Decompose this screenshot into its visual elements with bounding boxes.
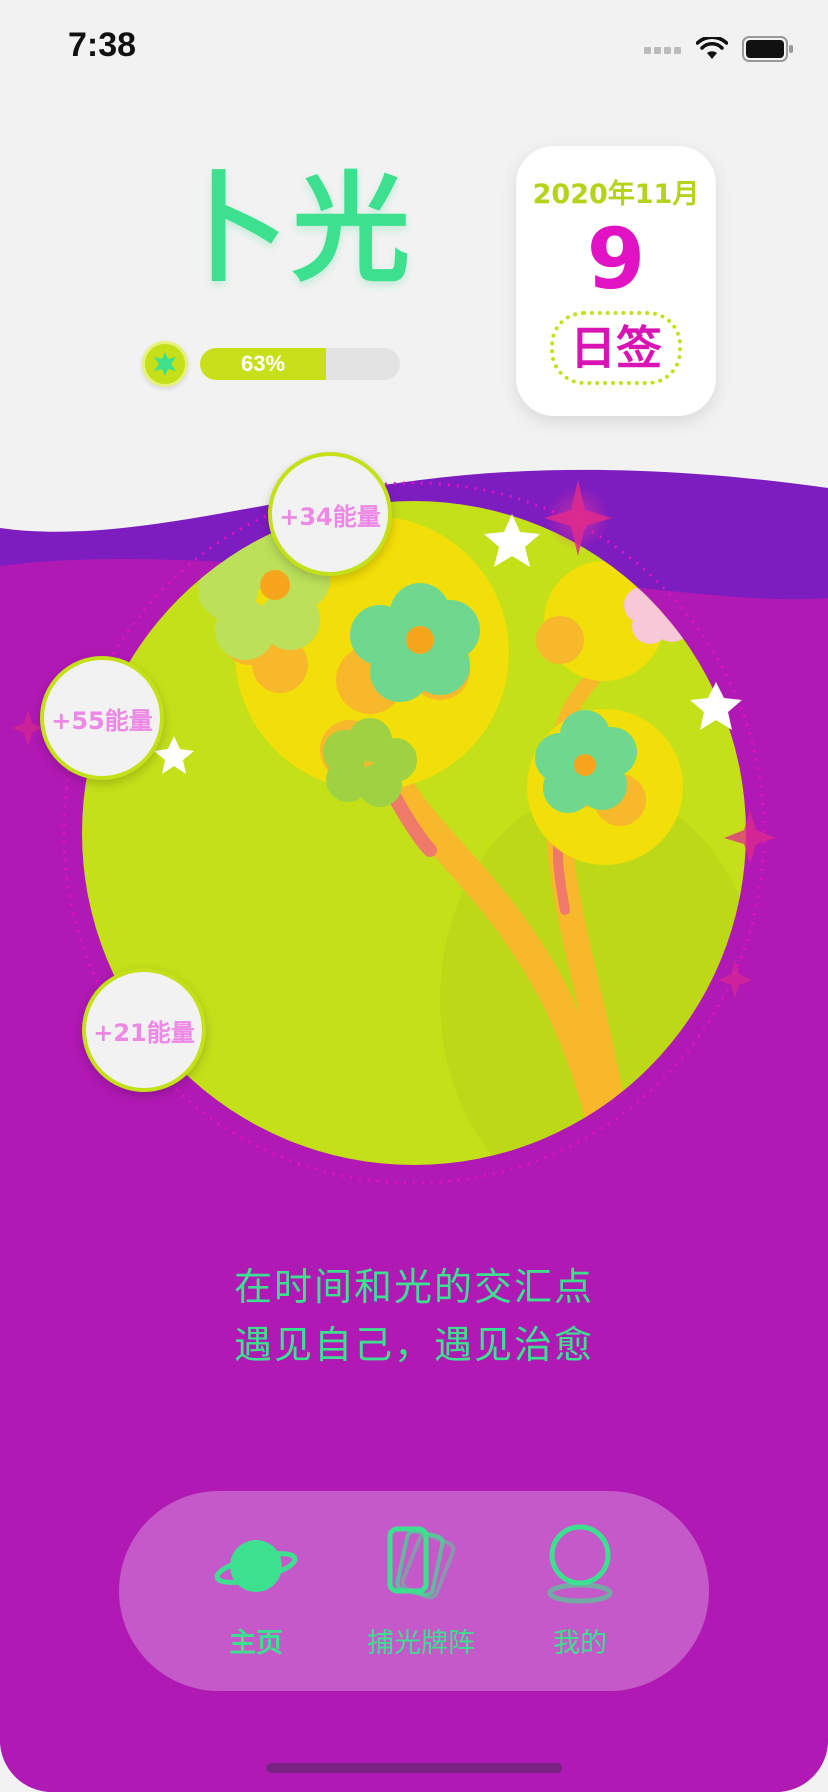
daily-sign-button[interactable]: 日签 [550,311,682,385]
tab-home-label: 主页 [229,1628,283,1659]
daily-sign-card[interactable]: 2020年11月 9 日签 [516,146,716,416]
energy-progress-bar: 63% [200,348,400,380]
bottom-tab-bar: 主页 捕光牌阵 我的 [119,1491,709,1691]
tab-profile[interactable]: 我的 [500,1519,660,1660]
energy-progress-label: 63% [240,351,286,376]
cards-icon [341,1519,501,1611]
status-icons [644,36,794,62]
energy-progress: 63% [142,341,400,387]
energy-badge-icon [142,341,188,387]
date-day: 9 [586,210,646,308]
app-title: 卜光 [170,160,415,298]
slogan-line-1: 在时间和光的交汇点 [233,1265,594,1309]
energy-bubble-21[interactable]: +21能量 [82,968,206,1092]
tab-card-spread[interactable]: 捕光牌阵 [341,1519,501,1660]
home-indicator[interactable] [266,1763,562,1773]
tab-profile-label: 我的 [553,1628,607,1659]
home-screen: 7:38 卜光 63% 2020年11月 9 日签 +34能量 +55能量 +2… [0,0,828,1792]
energy-bubble-34[interactable]: +34能量 [268,452,392,576]
battery-icon [742,36,793,62]
signal-icon [644,47,681,54]
tab-home[interactable]: 主页 [176,1519,336,1660]
date-year-month: 2020年11月 [532,179,700,210]
tab-card-spread-label: 捕光牌阵 [367,1628,475,1659]
profile-icon [500,1519,660,1611]
planet-icon [176,1519,336,1611]
wifi-icon [696,37,728,59]
energy-bubble-55[interactable]: +55能量 [40,656,164,780]
status-time: 7:38 [68,26,137,64]
slogan-line-2: 遇见自己，遇见治愈 [233,1323,594,1367]
